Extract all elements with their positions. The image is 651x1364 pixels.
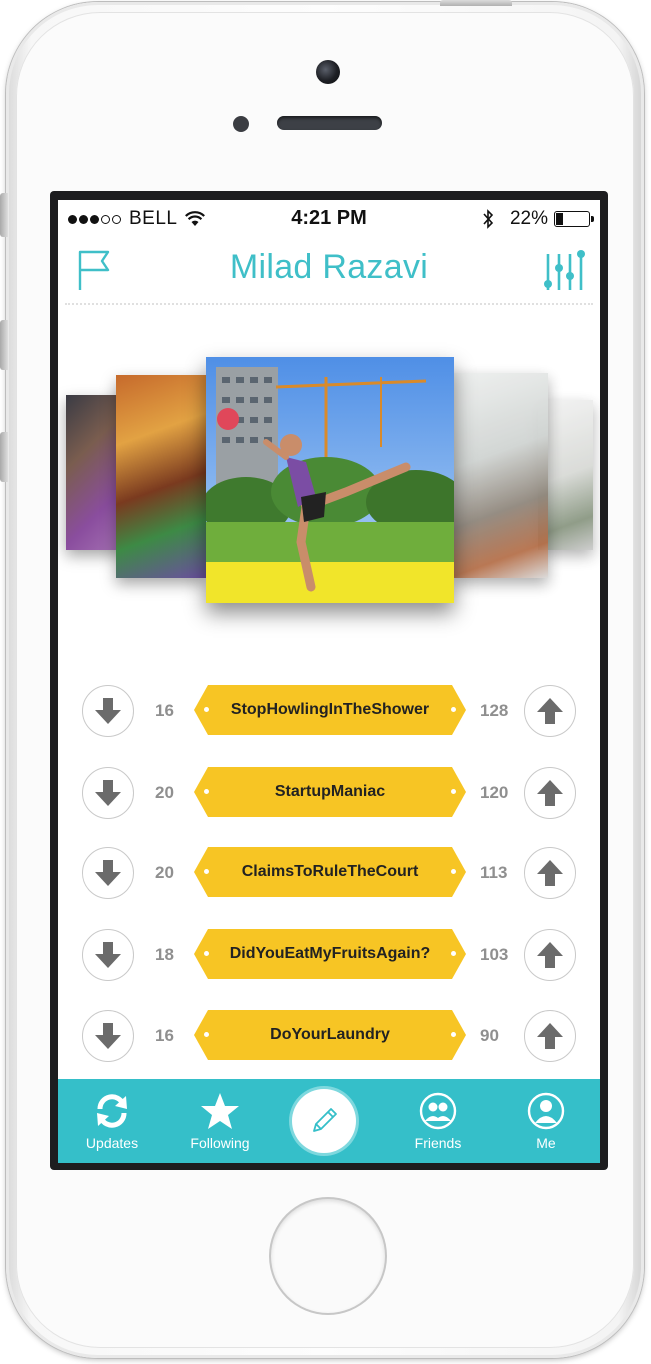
sliders-icon[interactable] xyxy=(542,246,586,292)
downvote-button[interactable] xyxy=(82,929,134,981)
arrow-up-icon xyxy=(537,1023,563,1049)
tab-updates-label: Updates xyxy=(85,1135,139,1151)
tag-text: DoYourLaundry xyxy=(270,1026,390,1043)
bluetooth-icon xyxy=(483,209,494,229)
battery-icon xyxy=(554,211,594,227)
photo-carousel[interactable] xyxy=(58,355,600,610)
earpiece-speaker xyxy=(277,116,382,130)
upvote-count: 113 xyxy=(480,863,508,882)
upvote-button[interactable] xyxy=(524,929,576,981)
tag-row: 20 StartupManiac 120 xyxy=(58,767,600,823)
tag-text: StopHowlingInTheShower xyxy=(230,701,430,718)
user-icon xyxy=(527,1092,565,1130)
tag-hole xyxy=(451,1032,456,1037)
photo-card[interactable] xyxy=(453,373,548,578)
downvote-count: 16 xyxy=(155,701,174,720)
profile-photo xyxy=(206,357,454,603)
tag-row: 16 StopHowlingInTheShower 128 xyxy=(58,685,600,741)
arrow-down-icon xyxy=(95,698,121,724)
tab-me[interactable]: Me xyxy=(504,1091,588,1157)
tag-row: 16 DoYourLaundry 90 xyxy=(58,1010,600,1066)
tag-hole xyxy=(204,951,209,956)
downvote-count: 16 xyxy=(155,1026,174,1045)
proximity-sensor xyxy=(233,116,249,132)
star-icon xyxy=(201,1093,239,1129)
downvote-button[interactable] xyxy=(82,767,134,819)
header-divider xyxy=(65,303,593,305)
tag-label[interactable]: StartupManiac xyxy=(194,767,466,817)
arrow-down-icon xyxy=(95,1023,121,1049)
tag-label[interactable]: DidYouEatMyFruitsAgain? xyxy=(194,929,466,979)
nav-bar: Milad Razavi xyxy=(58,236,600,304)
arrow-down-icon xyxy=(95,860,121,886)
mute-switch xyxy=(0,193,8,237)
downvote-count: 20 xyxy=(155,783,174,802)
downvote-count: 20 xyxy=(155,863,174,882)
friends-icon xyxy=(419,1092,457,1130)
arrow-down-icon xyxy=(95,780,121,806)
photo-card[interactable] xyxy=(116,375,206,578)
tag-hole xyxy=(451,951,456,956)
upvote-count: 103 xyxy=(480,945,509,964)
tab-friends-label: Friends xyxy=(414,1135,462,1151)
app-screen: BELL 4:21 PM 22% Milad Razavi 16 StopHow… xyxy=(58,200,600,1163)
battery-percent: 22% xyxy=(509,208,548,229)
tag-row: 20 ClaimsToRuleTheCourt 113 xyxy=(58,847,600,903)
tab-friends[interactable]: Friends xyxy=(396,1091,480,1157)
tag-text: DidYouEatMyFruitsAgain? xyxy=(229,945,431,962)
tab-me-label: Me xyxy=(536,1135,556,1151)
volume-up-button xyxy=(0,320,8,370)
tab-updates[interactable]: Updates xyxy=(70,1091,154,1157)
downvote-button[interactable] xyxy=(82,685,134,737)
upvote-button[interactable] xyxy=(524,767,576,819)
tag-hole xyxy=(451,707,456,712)
tab-following[interactable]: Following xyxy=(178,1091,262,1157)
tab-following-label: Following xyxy=(190,1135,250,1151)
tag-text: ClaimsToRuleTheCourt xyxy=(241,863,419,880)
arrow-up-icon xyxy=(537,860,563,886)
home-button[interactable] xyxy=(271,1199,385,1313)
downvote-button[interactable] xyxy=(82,847,134,899)
tag-hole xyxy=(204,707,209,712)
page-title: Milad Razavi xyxy=(229,248,429,286)
upvote-button[interactable] xyxy=(524,685,576,737)
upvote-count: 128 xyxy=(480,701,509,720)
status-right: 22% xyxy=(482,208,594,230)
arrow-up-icon xyxy=(537,698,563,724)
status-bar: BELL 4:21 PM 22% xyxy=(58,200,600,236)
compose-button[interactable] xyxy=(292,1089,356,1153)
power-button xyxy=(440,0,512,6)
tag-label[interactable]: ClaimsToRuleTheCourt xyxy=(194,847,466,897)
tag-hole xyxy=(204,869,209,874)
upvote-count: 90 xyxy=(480,1026,499,1045)
arrow-up-icon xyxy=(537,780,563,806)
refresh-icon xyxy=(97,1094,127,1128)
volume-down-button xyxy=(0,432,8,482)
tag-hole xyxy=(451,789,456,794)
upvote-count: 120 xyxy=(480,783,509,802)
photo-card-selected[interactable] xyxy=(206,357,454,603)
tag-hole xyxy=(204,789,209,794)
upvote-button[interactable] xyxy=(524,847,576,899)
downvote-count: 18 xyxy=(155,945,174,964)
pencil-icon xyxy=(313,1108,337,1132)
downvote-button[interactable] xyxy=(82,1010,134,1062)
tab-bar: Updates Following Friends Me xyxy=(58,1079,600,1163)
arrow-up-icon xyxy=(537,942,563,968)
tag-hole xyxy=(451,869,456,874)
tag-hole xyxy=(204,1032,209,1037)
tag-label[interactable]: StopHowlingInTheShower xyxy=(194,685,466,735)
arrow-down-icon xyxy=(95,942,121,968)
tag-row: 18 DidYouEatMyFruitsAgain? 103 xyxy=(58,929,600,985)
tag-label[interactable]: DoYourLaundry xyxy=(194,1010,466,1060)
front-camera xyxy=(316,60,340,84)
tag-text: StartupManiac xyxy=(274,783,386,800)
upvote-button[interactable] xyxy=(524,1010,576,1062)
